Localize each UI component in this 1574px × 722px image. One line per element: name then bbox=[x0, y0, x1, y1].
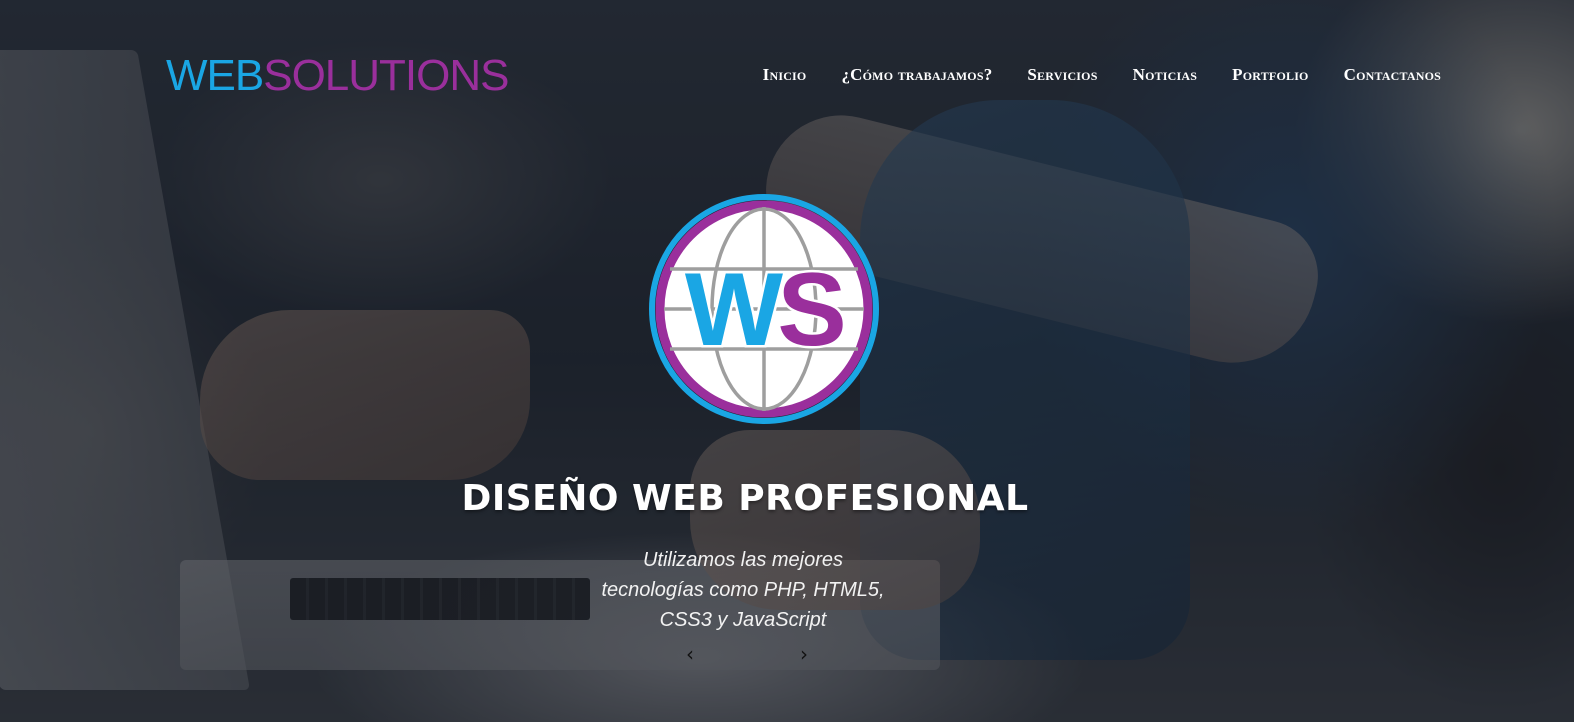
nav-item-servicios[interactable]: Servicios bbox=[1027, 64, 1097, 86]
logo-part-solutions: SOLUTIONS bbox=[263, 51, 509, 100]
hero-subtitle-line: tecnologías como PHP, HTML5, bbox=[601, 579, 885, 601]
logo-part-web: WEB bbox=[166, 51, 264, 100]
hero-subtitle-line: CSS3 y JavaScript bbox=[659, 609, 827, 631]
globe-logo-icon: W S bbox=[649, 194, 879, 424]
emblem-letter-s: S bbox=[777, 252, 846, 368]
carousel-next-icon[interactable]: › bbox=[800, 642, 808, 666]
nav-item-como-trabajamos[interactable]: ¿Cómo trabajamos? bbox=[841, 64, 992, 86]
nav-item-noticias[interactable]: Noticias bbox=[1133, 64, 1198, 86]
ws-emblem: W S bbox=[648, 193, 880, 425]
emblem-letter-w: W bbox=[685, 252, 784, 368]
nav-item-portfolio[interactable]: Portfolio bbox=[1232, 64, 1308, 86]
site-logo[interactable]: WEBSOLUTIONS bbox=[166, 51, 510, 100]
nav-item-contactanos[interactable]: Contactanos bbox=[1344, 64, 1441, 86]
hero-title: DISEÑO WEB PROFESIONAL bbox=[461, 478, 1029, 519]
hero-subtitle-line: Utilizamos las mejores bbox=[642, 549, 844, 571]
nav-item-inicio[interactable]: Inicio bbox=[763, 64, 807, 86]
carousel-prev-icon[interactable]: ‹ bbox=[686, 642, 694, 666]
main-nav: Inicio ¿Cómo trabajamos? Servicios Notic… bbox=[763, 64, 1441, 86]
hero-subtitle: Utilizamos las mejores tecnologías como … bbox=[588, 545, 898, 635]
